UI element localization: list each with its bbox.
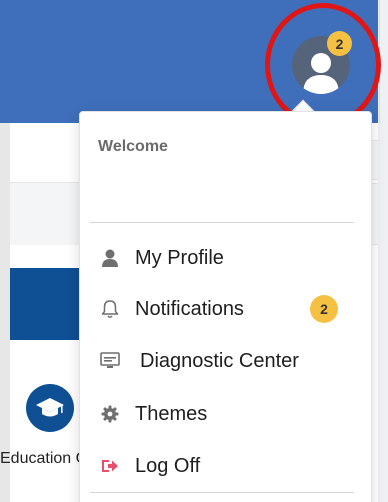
- menu-item-my-profile[interactable]: My Profile: [80, 236, 371, 280]
- menu-item-label: Themes: [135, 402, 208, 425]
- tile-label: Education Course: [0, 450, 80, 467]
- filter-band: [10, 183, 80, 245]
- monitor-icon: [100, 351, 120, 371]
- menu-item-label: Diagnostic Center: [140, 349, 299, 372]
- gear-icon: [100, 404, 120, 424]
- user-dropdown-menu: Welcome My Profile Notifications 2 Diagn…: [79, 111, 372, 502]
- menu-divider: [90, 492, 354, 493]
- graduation-cap-icon: [26, 384, 74, 432]
- logout-icon: [100, 456, 120, 476]
- avatar-notification-badge: 2: [327, 31, 352, 56]
- menu-item-log-off[interactable]: Log Off: [80, 444, 371, 488]
- menu-item-label: Log Off: [135, 454, 201, 477]
- menu-item-label: My Profile: [135, 246, 224, 269]
- menu-item-notifications[interactable]: Notifications 2: [80, 287, 371, 331]
- education-course-tile[interactable]: Education Course: [0, 378, 80, 488]
- welcome-heading: Welcome: [98, 138, 168, 155]
- section-banner: [10, 268, 80, 340]
- menu-item-label: Notifications: [135, 297, 244, 320]
- user-icon: [100, 248, 120, 268]
- user-silhouette-icon: [303, 53, 339, 94]
- menu-divider: [90, 222, 354, 223]
- menu-item-themes[interactable]: Themes: [80, 392, 371, 436]
- toolbar-strip: [10, 125, 80, 183]
- menu-item-diagnostic-center[interactable]: Diagnostic Center: [80, 339, 371, 383]
- notification-count-badge: 2: [310, 295, 338, 323]
- right-edge-divider: [379, 0, 380, 123]
- bell-icon: [100, 299, 120, 319]
